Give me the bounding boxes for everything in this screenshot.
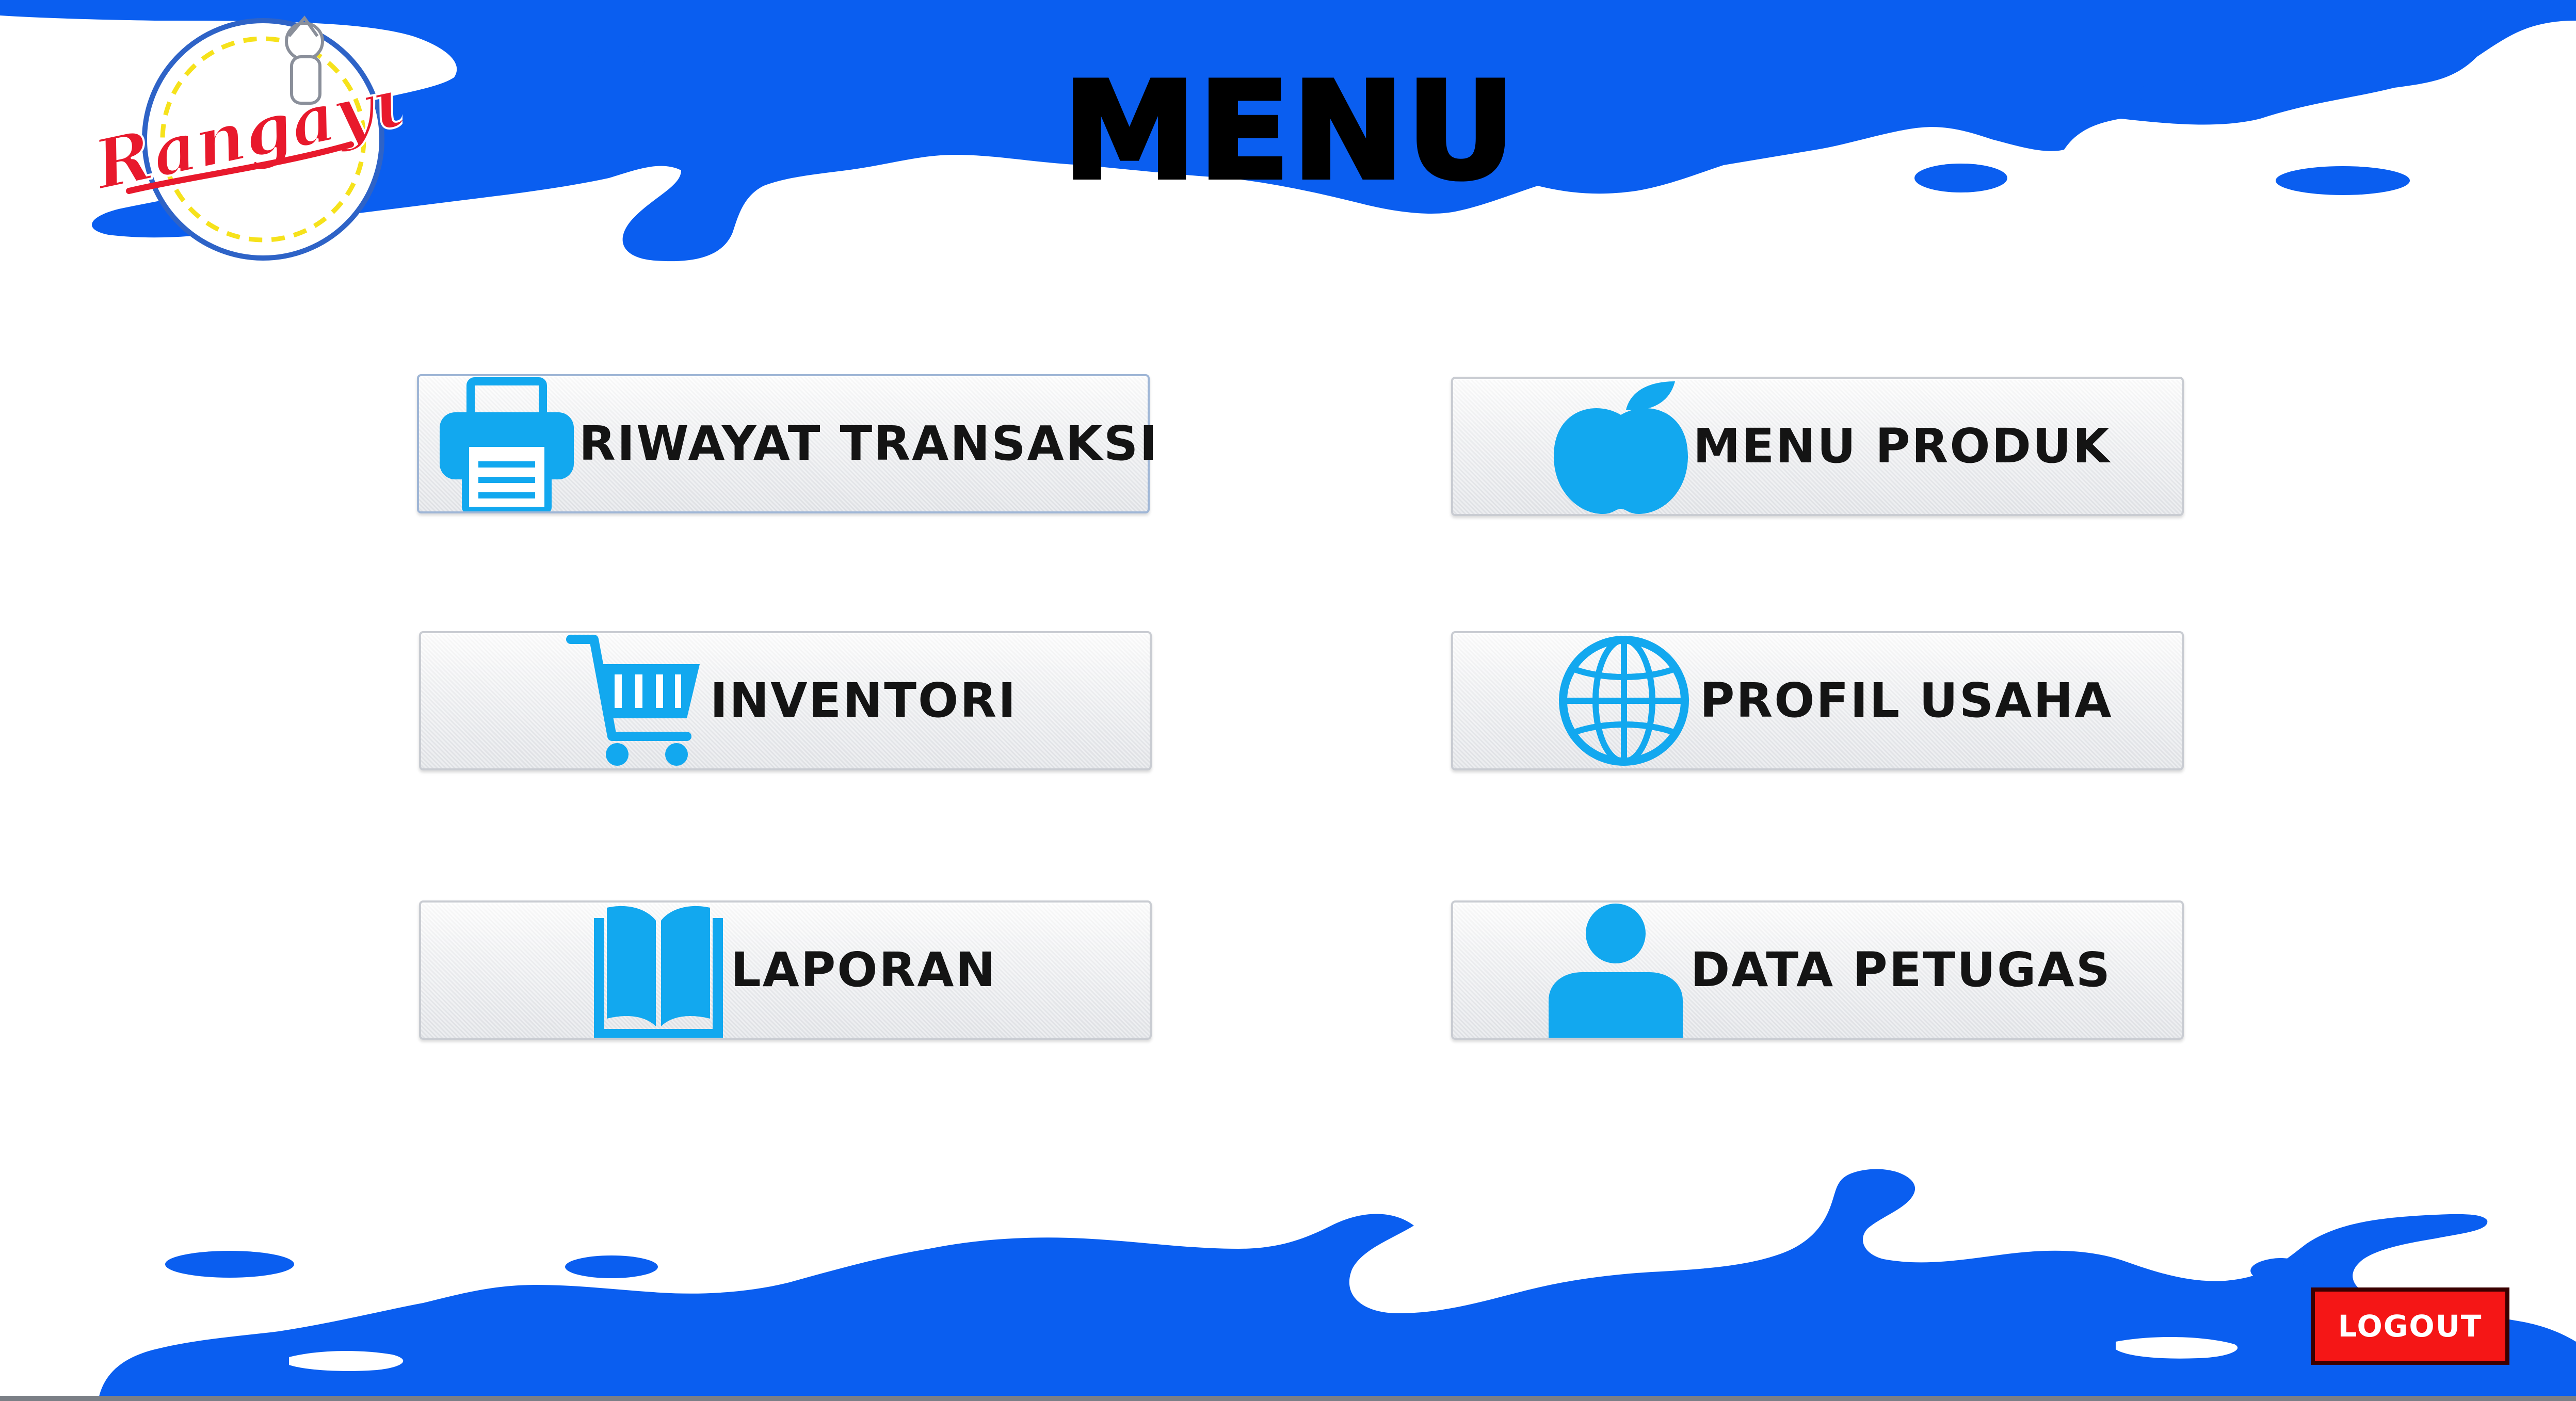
apple-icon xyxy=(1554,381,1688,514)
laporan-label: LAPORAN xyxy=(731,942,997,997)
data-petugas-button[interactable]: DATA PETUGAS xyxy=(1451,900,2184,1040)
menu-produk-label: MENU PRODUK xyxy=(1693,418,2111,474)
page-title: MENU xyxy=(1060,54,1518,210)
book-icon xyxy=(594,906,723,1038)
menu-produk-button[interactable]: MENU PRODUK xyxy=(1451,377,2184,516)
profil-usaha-label: PROFIL USAHA xyxy=(1700,673,2113,728)
inventori-label: INVENTORI xyxy=(710,673,1018,728)
inventori-button[interactable]: INVENTORI xyxy=(419,631,1152,770)
printer-icon xyxy=(440,377,574,511)
bottom-divider xyxy=(0,1396,2576,1401)
data-petugas-label: DATA PETUGAS xyxy=(1691,942,2112,997)
riwayat-transaksi-button[interactable]: RIWAYAT TRANSAKSI xyxy=(417,374,1157,513)
laporan-button[interactable]: LAPORAN xyxy=(419,900,1152,1040)
shopping-cart-icon xyxy=(566,635,700,766)
user-icon xyxy=(1549,904,1683,1038)
menu-screen: Rangayu MENU RIWAYAT TRANSAKSI MENU PROD… xyxy=(0,0,2576,1401)
brand-logo-icon: Rangayu xyxy=(85,15,403,261)
riwayat-transaksi-label: RIWAYAT TRANSAKSI xyxy=(579,416,1159,471)
globe-icon xyxy=(1559,636,1689,766)
profil-usaha-button[interactable]: PROFIL USAHA xyxy=(1451,631,2184,770)
logout-button[interactable]: LOGOUT xyxy=(2311,1287,2509,1365)
